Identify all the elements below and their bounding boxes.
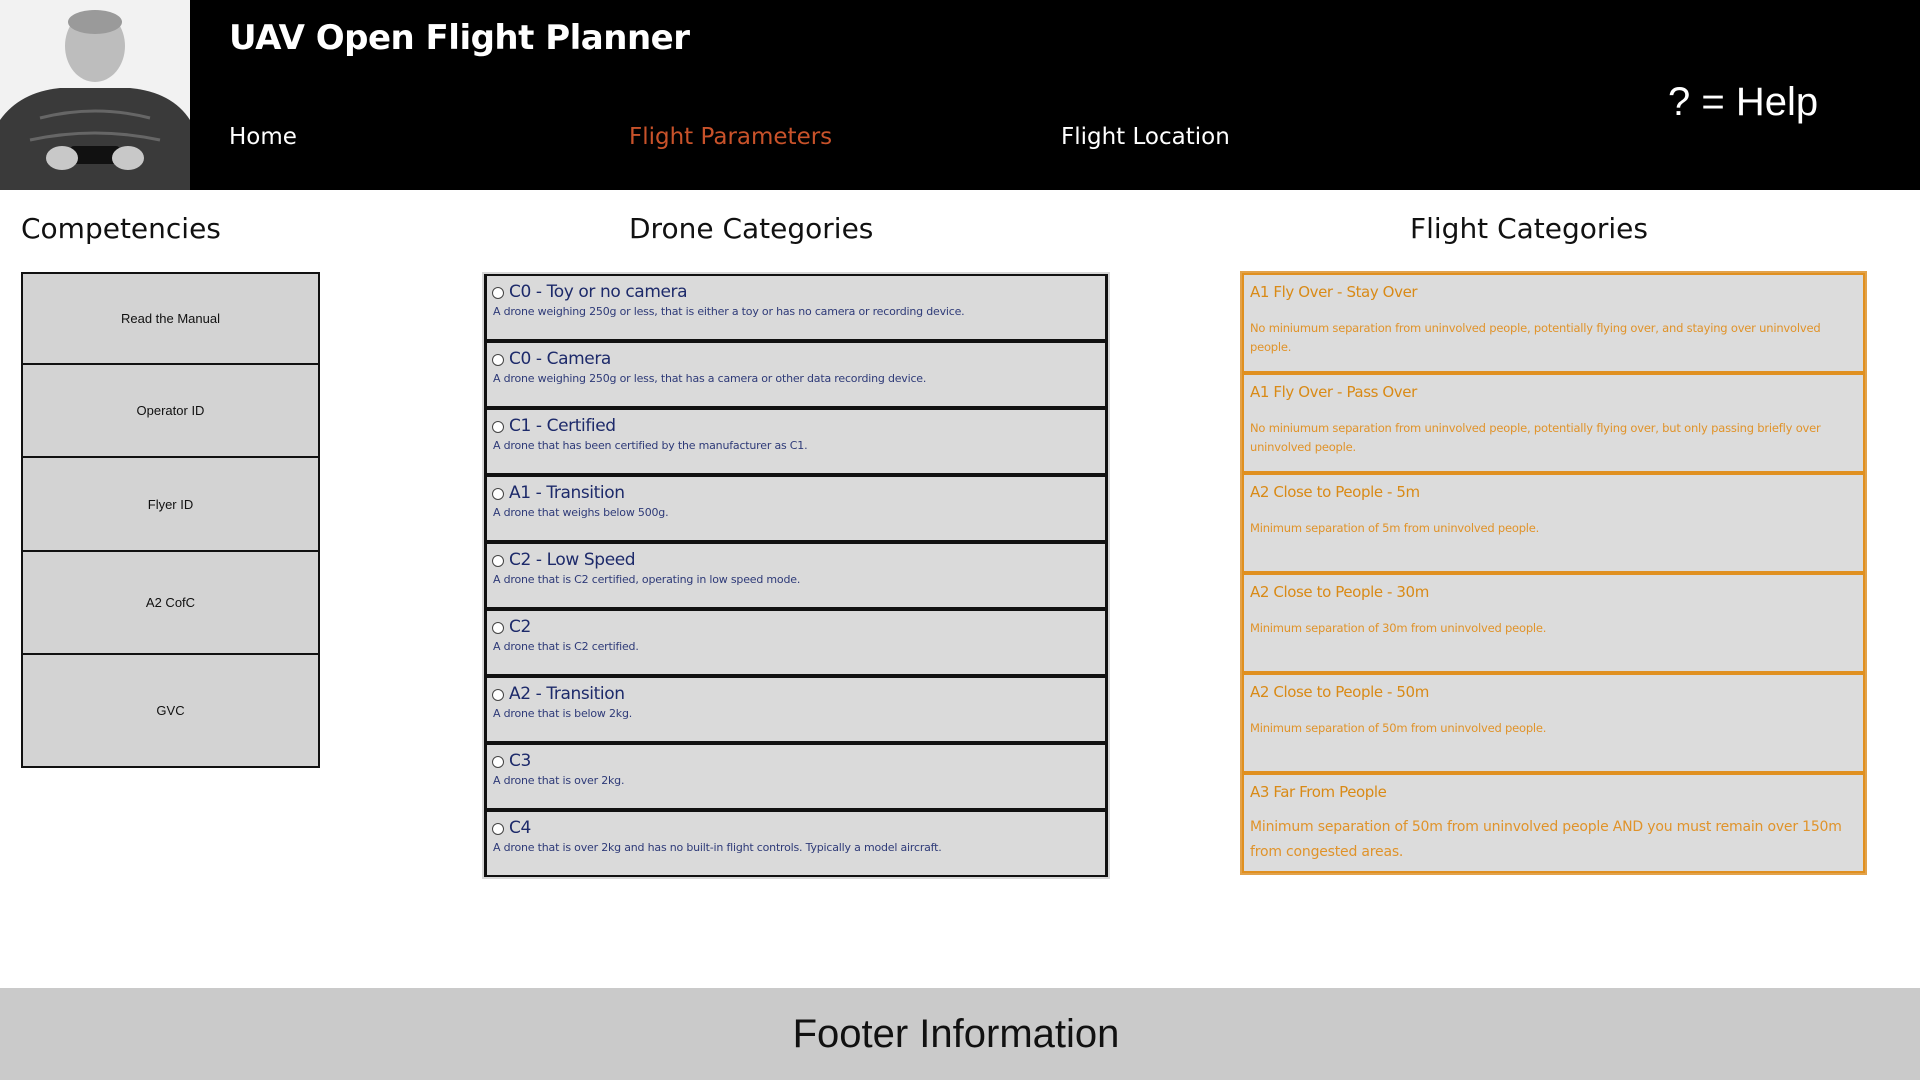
competencies-list: Read the Manual Operator ID Flyer ID A2 … <box>21 272 320 768</box>
drone-option-desc: A drone that weighs below 500g. <box>493 506 669 519</box>
drone-categories-list: C0 - Toy or no camera A drone weighing 2… <box>482 272 1110 879</box>
radio-button[interactable] <box>492 488 504 500</box>
flight-option-title: A3 Far From People <box>1250 783 1387 801</box>
flight-option-title: A1 Fly Over - Pass Over <box>1250 383 1417 401</box>
drone-option-desc: A drone weighing 250g or less, that has … <box>493 372 927 385</box>
drone-option-a1-transition[interactable]: A1 - Transition A drone that weighs belo… <box>484 475 1108 542</box>
radio-button[interactable] <box>492 756 504 768</box>
flight-option-a1-pass-over[interactable]: A1 Fly Over - Pass Over No miniumum sepa… <box>1242 373 1865 473</box>
flight-option-title: A2 Close to People - 5m <box>1250 483 1420 501</box>
avatar <box>0 0 190 190</box>
drone-option-desc: A drone weighing 250g or less, that is e… <box>493 305 965 318</box>
drone-option-desc: A drone that is over 2kg and has no buil… <box>493 841 942 854</box>
nav-home[interactable]: Home <box>229 124 297 150</box>
flight-categories-heading: Flight Categories <box>1410 212 1648 245</box>
flight-categories-list: A1 Fly Over - Stay Over No miniumum sepa… <box>1240 271 1867 875</box>
flight-option-a3-far[interactable]: A3 Far From People Minimum separation of… <box>1242 773 1865 873</box>
help-link[interactable]: ? = Help <box>1668 80 1818 125</box>
radio-button[interactable] <box>492 421 504 433</box>
drone-option-title: A1 - Transition <box>509 483 625 503</box>
drone-categories-heading: Drone Categories <box>629 212 874 245</box>
radio-button[interactable] <box>492 287 504 299</box>
drone-option-c1[interactable]: C1 - Certified A drone that has been cer… <box>484 408 1108 475</box>
drone-option-title: C2 <box>509 617 531 637</box>
flight-option-a2-5m[interactable]: A2 Close to People - 5m Minimum separati… <box>1242 473 1865 573</box>
flight-option-a2-50m[interactable]: A2 Close to People - 50m Minimum separat… <box>1242 673 1865 773</box>
app-header: UAV Open Flight Planner Home Flight Para… <box>0 0 1920 190</box>
competency-gvc[interactable]: GVC <box>21 654 320 768</box>
drone-option-title: C3 <box>509 751 531 771</box>
competency-flyer-id[interactable]: Flyer ID <box>21 457 320 551</box>
nav-flight-parameters[interactable]: Flight Parameters <box>629 124 832 150</box>
flight-option-title: A2 Close to People - 30m <box>1250 583 1429 601</box>
competency-a2-cofc[interactable]: A2 CofC <box>21 551 320 654</box>
drone-option-title: C1 - Certified <box>509 416 616 436</box>
radio-button[interactable] <box>492 689 504 701</box>
radio-button[interactable] <box>492 622 504 634</box>
drone-option-desc: A drone that has been certified by the m… <box>493 439 808 452</box>
drone-option-title: C0 - Toy or no camera <box>509 282 688 302</box>
flight-option-desc: Minimum separation of 50m from uninvolve… <box>1250 721 1547 735</box>
drone-option-title: A2 - Transition <box>509 684 625 704</box>
app-title: UAV Open Flight Planner <box>229 18 690 58</box>
nav-flight-location[interactable]: Flight Location <box>1061 124 1230 150</box>
radio-button[interactable] <box>492 555 504 567</box>
drone-option-desc: A drone that is C2 certified. <box>493 640 639 653</box>
flight-option-title: A2 Close to People - 50m <box>1250 683 1429 701</box>
drone-option-c4[interactable]: C4 A drone that is over 2kg and has no b… <box>484 810 1108 877</box>
drone-option-title: C4 <box>509 818 531 838</box>
competency-read-manual[interactable]: Read the Manual <box>21 272 320 364</box>
drone-option-c0-toy[interactable]: C0 - Toy or no camera A drone weighing 2… <box>484 274 1108 341</box>
flight-option-title: A1 Fly Over - Stay Over <box>1250 283 1418 301</box>
flight-option-desc: No miniumum separation from uninvolved p… <box>1250 321 1821 354</box>
flight-option-a1-stay-over[interactable]: A1 Fly Over - Stay Over No miniumum sepa… <box>1242 273 1865 373</box>
drone-option-c3[interactable]: C3 A drone that is over 2kg. <box>484 743 1108 810</box>
footer-text: Footer Information <box>792 1011 1120 1056</box>
flight-option-desc: Minimum separation of 5m from uninvolved… <box>1250 521 1540 535</box>
flight-option-a2-30m[interactable]: A2 Close to People - 30m Minimum separat… <box>1242 573 1865 673</box>
radio-button[interactable] <box>492 823 504 835</box>
flight-option-desc: Minimum separation of 30m from uninvolve… <box>1250 621 1547 635</box>
pilot-photo-icon <box>0 0 190 190</box>
drone-option-a2-transition[interactable]: A2 - Transition A drone that is below 2k… <box>484 676 1108 743</box>
drone-option-title: C0 - Camera <box>509 349 611 369</box>
flight-option-desc: No miniumum separation from uninvolved p… <box>1250 421 1821 454</box>
drone-option-desc: A drone that is below 2kg. <box>493 707 633 720</box>
drone-option-c2[interactable]: C2 A drone that is C2 certified. <box>484 609 1108 676</box>
competency-operator-id[interactable]: Operator ID <box>21 364 320 457</box>
flight-option-desc: Minimum separation of 50m from uninvolve… <box>1250 819 1842 860</box>
drone-option-c2-low-speed[interactable]: C2 - Low Speed A drone that is C2 certif… <box>484 542 1108 609</box>
competencies-heading: Competencies <box>21 212 221 245</box>
page-footer: Footer Information <box>0 988 1920 1080</box>
radio-button[interactable] <box>492 354 504 366</box>
drone-option-title: C2 - Low Speed <box>509 550 636 570</box>
drone-option-desc: A drone that is over 2kg. <box>493 774 625 787</box>
drone-option-c0-camera[interactable]: C0 - Camera A drone weighing 250g or les… <box>484 341 1108 408</box>
drone-option-desc: A drone that is C2 certified, operating … <box>493 573 801 586</box>
